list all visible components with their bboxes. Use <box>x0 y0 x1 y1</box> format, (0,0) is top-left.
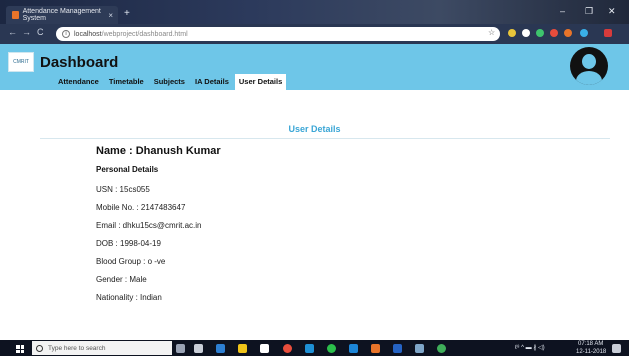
reload-button[interactable]: C <box>37 27 44 37</box>
nav-subjects[interactable]: Subjects <box>150 74 189 90</box>
file-explorer-icon[interactable] <box>238 344 247 353</box>
app-icon[interactable] <box>371 344 380 353</box>
new-tab-button[interactable]: + <box>124 8 130 19</box>
personal-details-heading: Personal Details <box>96 165 159 174</box>
extension-icon[interactable] <box>564 29 572 37</box>
word-icon[interactable] <box>393 344 402 353</box>
search-placeholder: Type here to search <box>48 344 106 352</box>
tab-title: Attendance Management System <box>22 8 101 22</box>
url-host: localhost <box>74 30 102 38</box>
section-title: User Details <box>288 124 341 134</box>
store-bag-icon[interactable] <box>260 344 269 353</box>
nav-user-details[interactable]: User Details <box>234 74 287 90</box>
system-tray-icons[interactable]: ℓ⁸ ^ ▬ ∦ ◁) <box>515 344 545 351</box>
store-icon[interactable] <box>216 344 225 353</box>
photos-icon[interactable] <box>415 344 424 353</box>
edge-icon[interactable] <box>305 344 314 353</box>
app-icon[interactable] <box>437 344 446 353</box>
cortana-icon <box>36 344 43 352</box>
url-path: /webproject/dashboard.html <box>101 30 188 38</box>
section-divider <box>40 138 610 139</box>
nav-ia-details[interactable]: IA Details <box>191 74 233 90</box>
main-nav: Attendance Timetable Subjects IA Details… <box>54 74 288 90</box>
minimize-button[interactable]: – <box>560 6 565 16</box>
microphone-icon[interactable] <box>176 344 185 353</box>
page-title: Dashboard <box>40 54 119 71</box>
avatar-body <box>576 71 602 85</box>
avatar-head <box>582 54 596 69</box>
tab-close-icon[interactable]: × <box>108 11 113 20</box>
close-window-button[interactable]: ✕ <box>608 6 616 17</box>
detail-usn: USN : 15cs055 <box>96 185 150 194</box>
college-logo: CMRIT <box>8 52 34 72</box>
address-bar[interactable]: i localhost /webproject/dashboard.html <box>56 27 500 41</box>
detail-nationality: Nationality : Indian <box>96 293 162 302</box>
chrome-icon[interactable] <box>283 344 292 353</box>
app-icon[interactable] <box>349 344 358 353</box>
detail-blood-group: Blood Group : o -ve <box>96 257 166 266</box>
profile-icon[interactable] <box>604 29 612 37</box>
detail-email: Email : dhku15cs@cmrit.ac.in <box>96 221 202 230</box>
favicon-icon <box>12 11 19 19</box>
extension-icon[interactable] <box>550 29 558 37</box>
forward-button[interactable]: → <box>22 27 31 37</box>
nav-attendance[interactable]: Attendance <box>54 74 103 90</box>
extension-icon[interactable] <box>536 29 544 37</box>
maximize-button[interactable]: ❐ <box>585 6 593 17</box>
clock-time[interactable]: 07:18 AM <box>578 341 603 347</box>
extension-icon[interactable] <box>580 29 588 37</box>
detail-dob: DOB : 1998-04-19 <box>96 239 161 248</box>
user-name: Name : Dhanush Kumar <box>96 145 221 157</box>
taskbar-search-input[interactable]: Type here to search <box>32 341 172 355</box>
whatsapp-icon[interactable] <box>327 344 336 353</box>
back-button[interactable]: ← <box>8 27 17 37</box>
bookmark-star-icon[interactable]: ☆ <box>488 28 495 37</box>
extension-icon[interactable] <box>508 29 516 37</box>
nav-timetable[interactable]: Timetable <box>105 74 148 90</box>
detail-mobile: Mobile No. : 2147483647 <box>96 203 186 212</box>
browser-tab[interactable]: Attendance Management System × <box>6 6 118 24</box>
info-icon[interactable]: i <box>62 30 70 38</box>
extension-icon[interactable] <box>522 29 530 37</box>
detail-gender: Gender : Male <box>96 275 147 284</box>
user-avatar-icon[interactable] <box>570 47 608 85</box>
windows-start-icon[interactable] <box>16 345 24 353</box>
task-view-icon[interactable] <box>194 344 203 353</box>
clock-date[interactable]: 12-11-2018 <box>576 349 606 355</box>
notifications-icon[interactable] <box>612 344 621 353</box>
